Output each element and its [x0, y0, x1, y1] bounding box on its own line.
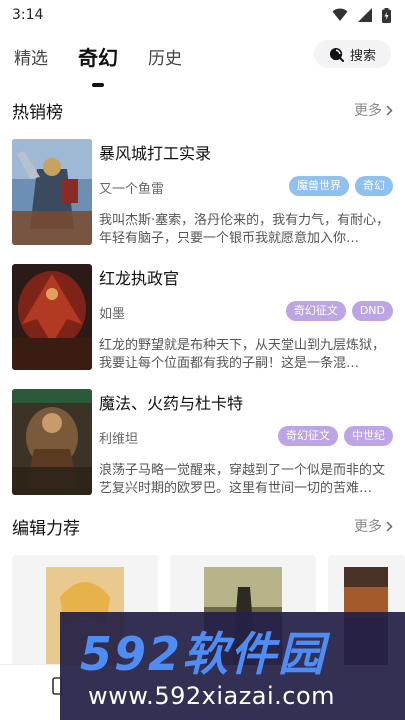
book-title: 魔法、火药与杜卡特: [99, 394, 244, 413]
more-button[interactable]: 更多: [354, 516, 393, 536]
tab-jingxuan[interactable]: 精选: [14, 44, 48, 69]
signal-icon: [358, 8, 372, 22]
tag-badge[interactable]: 奇幻征文: [278, 426, 338, 446]
book-cover: [12, 139, 92, 245]
search-icon: [329, 47, 344, 62]
section-title: 编辑力荐: [12, 518, 80, 539]
book-title: 暴风城打工实录: [99, 144, 212, 163]
tab-label: 奇幻: [78, 45, 118, 70]
book-cover: [12, 389, 92, 495]
book-tags: 奇幻征文 DND: [285, 301, 393, 321]
status-time: 3:14: [12, 7, 44, 23]
book-author: 又一个鱼雷: [99, 182, 165, 197]
book-item[interactable]: 暴风城打工实录 又一个鱼雷 魔兽世界 奇幻 我叫杰斯·塞索，洛丹伦来的，我有力气…: [12, 139, 393, 246]
top-tabs: 精选 奇幻 历史 搜索: [0, 36, 405, 87]
tag-badge[interactable]: 奇幻征文: [285, 301, 346, 321]
active-tab-indicator: [92, 82, 104, 87]
book-cover: [12, 264, 92, 370]
watermark-overlay: 592软件园 www.592xiazai.com: [60, 612, 405, 720]
chevron-right-icon: [386, 520, 393, 532]
chevron-right-icon: [386, 104, 393, 116]
book-item[interactable]: 魔法、火药与杜卡特 利维坦 奇幻征文 中世纪 浪荡子马略一觉醒来，穿越到了一个似…: [12, 389, 393, 496]
tag-badge[interactable]: DND: [351, 301, 393, 321]
book-author: 如墨: [99, 307, 126, 322]
tag-badge[interactable]: 奇幻: [355, 176, 393, 196]
book-title: 红龙执政官: [99, 269, 180, 288]
wifi-icon: [332, 8, 348, 21]
more-button[interactable]: 更多: [354, 100, 393, 120]
book-description: 红龙的野望就是布种天下，从天堂山到九层炼狱，我要让每个位面都有我的子嗣！这是一条…: [99, 338, 386, 371]
tab-label: 历史: [148, 48, 182, 69]
book-tags: 魔兽世界 奇幻: [289, 176, 393, 196]
more-label: 更多: [354, 519, 382, 535]
tag-badge[interactable]: 魔兽世界: [289, 176, 349, 196]
search-label: 搜索: [349, 48, 376, 64]
bottom-nav: [0, 664, 62, 720]
tab-qihuan[interactable]: 奇幻: [78, 42, 118, 87]
editor-section-header: 编辑力荐 更多: [12, 513, 393, 539]
book-item[interactable]: 红龙执政官 如墨 奇幻征文 DND 红龙的野望就是布种天下，从天堂山到九层炼狱，…: [12, 264, 393, 371]
battery-icon: [382, 7, 391, 23]
book-description: 我叫杰斯·塞索，洛丹伦来的，我有力气，有耐心，年轻有脑子，只要一个银币我就愿意加…: [99, 213, 390, 246]
book-tags: 奇幻征文 中世纪: [278, 426, 393, 446]
tab-lishi[interactable]: 历史: [148, 44, 182, 69]
book-author: 利维坦: [99, 432, 139, 447]
status-bar: 3:14: [0, 0, 405, 30]
tag-badge[interactable]: 中世纪: [344, 426, 393, 446]
hot-section-header: 热销榜 更多: [12, 97, 393, 123]
status-icons: [332, 7, 391, 23]
search-button[interactable]: 搜索: [314, 40, 391, 68]
watermark-brand: 592软件园: [80, 627, 327, 681]
watermark-url: www.592xiazai.com: [88, 682, 336, 710]
more-label: 更多: [354, 103, 382, 119]
tab-label: 精选: [14, 48, 48, 69]
book-description: 浪荡子马略一觉醒来，穿越到了一个似是而非的文艺复兴时期的欧罗巴。这里有世间一切的…: [99, 463, 386, 496]
section-title: 热销榜: [12, 102, 63, 123]
